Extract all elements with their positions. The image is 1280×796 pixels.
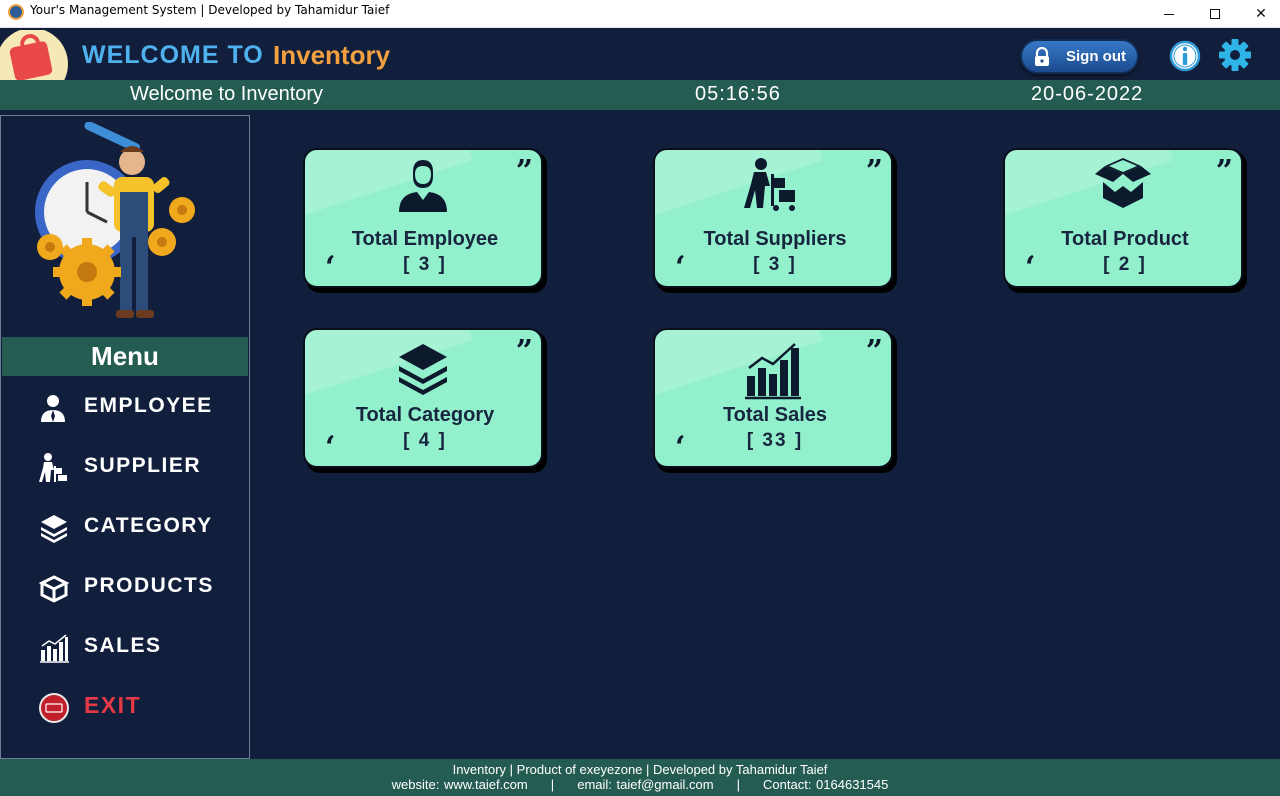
quote-mark-icon: ” xyxy=(865,334,883,369)
bar-chart-icon xyxy=(745,343,801,400)
sidebar-item-label: EXIT xyxy=(84,692,142,718)
sidebar-item-supplier[interactable]: SUPPLIER xyxy=(2,442,248,492)
clock-time: 05:16:56 xyxy=(695,83,781,105)
minimize-button[interactable] xyxy=(1146,0,1192,28)
card-value: [ 2 ] xyxy=(1103,254,1147,275)
card-total-category[interactable]: ” ‘ Total Category [ 4 ] xyxy=(303,328,547,473)
sidebar-item-label: CATEGORY xyxy=(84,514,213,537)
sidebar-item-label: SALES xyxy=(84,634,162,657)
quote-mark-icon: ” xyxy=(865,154,883,189)
card-total-sales[interactable]: ” ‘ Total Sales [ 33 ] xyxy=(653,328,897,473)
card-total-suppliers[interactable]: ” ‘ Total Suppliers [ 3 ] xyxy=(653,148,897,293)
app-icon xyxy=(8,4,24,20)
supplier-icon xyxy=(39,453,67,482)
sidebar-item-label: SUPPLIER xyxy=(84,454,202,477)
maximize-button[interactable] xyxy=(1192,0,1238,28)
maximize-icon xyxy=(1210,9,1220,19)
products-icon xyxy=(38,575,70,603)
window-title: Your's Management System | Developed by … xyxy=(30,3,390,17)
footer-credits: Inventory | Product of exeyezone | Devel… xyxy=(452,762,828,777)
sign-out-button[interactable]: Sign out xyxy=(1020,39,1139,74)
welcome-heading: WELCOME TO xyxy=(82,41,264,69)
sidebar-item-label: PRODUCTS xyxy=(84,574,214,597)
status-bar: Welcome to Inventory 05:16:56 20-06-2022 xyxy=(0,80,1280,110)
quote-mark-icon: ” xyxy=(1215,154,1233,189)
sales-icon xyxy=(40,634,69,663)
card-value: [ 4 ] xyxy=(403,430,447,451)
lock-icon xyxy=(1035,47,1049,66)
exit-icon xyxy=(39,693,69,723)
sidebar-item-label: EMPLOYEE xyxy=(84,394,213,417)
card-title: Total Category xyxy=(355,404,495,426)
card-value: [ 3 ] xyxy=(403,254,447,275)
minimize-icon xyxy=(1164,13,1174,15)
card-total-product[interactable]: ” ‘ Total Product [ 2 ] xyxy=(1003,148,1247,293)
footer-contact: website: www.taief.com | email: taief@gm… xyxy=(391,777,889,792)
supplier-icon xyxy=(744,158,795,211)
card-title: Total Suppliers xyxy=(703,228,847,250)
app-name-heading: Inventory xyxy=(273,40,391,70)
category-icon xyxy=(41,515,67,543)
welcome-status-text: Welcome to Inventory xyxy=(130,83,324,105)
card-value: [ 3 ] xyxy=(753,254,797,275)
quote-mark-icon: ” xyxy=(515,154,533,189)
worker-illustration xyxy=(35,122,195,318)
close-button[interactable]: ✕ xyxy=(1238,0,1280,28)
sign-out-label: Sign out xyxy=(1066,48,1126,65)
card-title: Total Product xyxy=(1061,228,1189,250)
info-icon[interactable] xyxy=(1169,40,1201,72)
employee-icon xyxy=(399,160,447,212)
sidebar-item-category[interactable]: CATEGORY xyxy=(2,502,248,552)
sidebar-item-products[interactable]: PRODUCTS xyxy=(2,562,248,612)
employee-icon xyxy=(41,395,65,422)
card-title: Total Sales xyxy=(722,404,828,426)
card-total-employee[interactable]: ” ‘ Total Employee [ 3 ] xyxy=(303,148,547,293)
settings-gear-icon[interactable] xyxy=(1218,38,1252,72)
quote-mark-icon: ” xyxy=(515,334,533,369)
footer: Inventory | Product of exeyezone | Devel… xyxy=(0,759,1280,796)
app-logo xyxy=(0,30,68,80)
box-icon xyxy=(1095,158,1151,208)
card-value: [ 33 ] xyxy=(746,430,804,451)
window-titlebar: Your's Management System | Developed by … xyxy=(0,0,1280,28)
card-title: Total Employee xyxy=(351,228,499,250)
sidebar-item-employee[interactable]: EMPLOYEE xyxy=(2,382,248,432)
menu-heading: Menu xyxy=(2,337,248,376)
layers-icon xyxy=(399,344,447,395)
current-date: 20-06-2022 xyxy=(1031,83,1144,105)
sidebar-item-sales[interactable]: SALES xyxy=(2,622,248,672)
sidebar-item-exit[interactable]: EXIT xyxy=(2,682,248,732)
